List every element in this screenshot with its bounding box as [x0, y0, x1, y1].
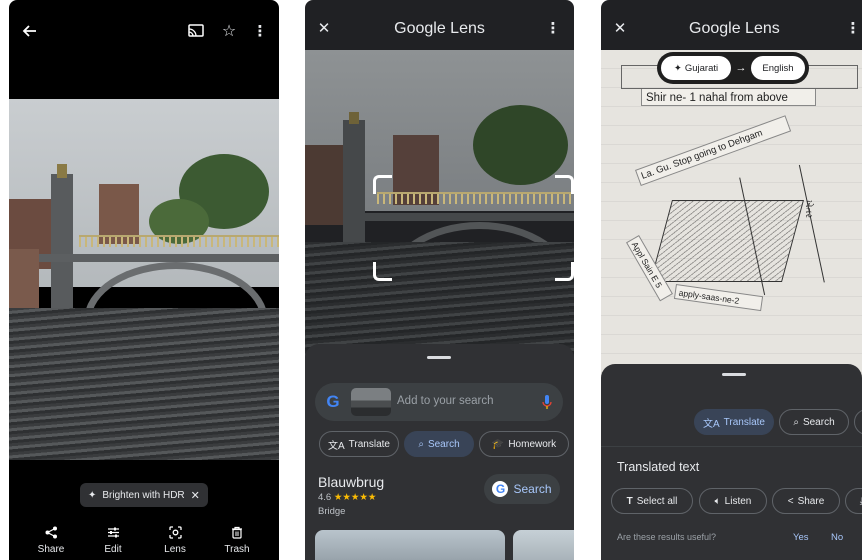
result-rating-row: 4.6 ★★★★★: [318, 492, 376, 503]
crop-corner-bottom-right[interactable]: [555, 262, 574, 281]
listen-label: Listen: [724, 495, 752, 507]
chip-search-label: Search: [802, 416, 835, 428]
overlay-line-5[interactable]: ખેતર: [803, 200, 814, 218]
chip-homework[interactable]: 🎓 Homework: [479, 431, 569, 457]
chip-homework-label: Homework: [508, 438, 557, 450]
mic-icon[interactable]: [539, 392, 555, 412]
results-sheet: 文A Translate ⌕ Search Translated text T …: [601, 364, 862, 560]
nav-share-label[interactable]: Share: [31, 544, 71, 555]
lens-icon[interactable]: [165, 524, 185, 540]
nav-trash-label[interactable]: Trash: [217, 544, 257, 555]
result-image-1[interactable]: [315, 530, 505, 560]
chip-translate-label: Translate: [723, 416, 765, 428]
target-language-button[interactable]: English: [751, 56, 805, 80]
sparkle-icon: ✦: [88, 489, 97, 501]
text-select-icon: T: [626, 495, 633, 507]
search-button-label: Search: [513, 482, 552, 496]
google-search-button[interactable]: G Search: [484, 474, 560, 504]
chip-more[interactable]: [854, 409, 862, 435]
photo-bridge: [9, 99, 279, 460]
search-icon: ⌕: [418, 438, 424, 450]
search-thumbnail: [351, 388, 391, 416]
google-g-icon: G: [492, 481, 509, 497]
sheet-divider: [601, 446, 862, 447]
sparkle-icon: ✦: [673, 62, 682, 74]
select-all-button[interactable]: T Select all: [611, 488, 693, 514]
result-image-2[interactable]: [513, 530, 574, 560]
feedback-no-button[interactable]: No: [831, 532, 843, 543]
nav-lens-label[interactable]: Lens: [155, 544, 195, 555]
result-type: Bridge: [318, 506, 346, 517]
tune-icon[interactable]: [103, 524, 123, 540]
homework-icon: 🎓: [491, 438, 505, 450]
chip-translate[interactable]: 文A Translate: [694, 409, 774, 435]
search-placeholder[interactable]: Add to your search: [397, 395, 494, 407]
chip-search[interactable]: ⌕ Search: [779, 409, 849, 435]
photos-viewer-screen: ☆ ⋮ ✦ Brighten with HDR ✕ Share Edit Len…: [9, 0, 279, 560]
crop-corner-top-left[interactable]: [373, 175, 392, 194]
camera-preview: [305, 50, 574, 360]
download-button[interactable]: ⤓: [845, 488, 862, 514]
chip-search[interactable]: ⌕ Search: [404, 431, 474, 457]
section-title: Translated text: [617, 460, 700, 474]
share-label: Share: [797, 495, 825, 507]
chip-search-label: Search: [427, 438, 460, 450]
brighten-hdr-chip[interactable]: ✦ Brighten with HDR ✕: [80, 483, 208, 507]
more-vert-icon[interactable]: ⋮: [843, 18, 862, 38]
star-icon[interactable]: ☆: [218, 20, 240, 42]
listen-button[interactable]: 🔈︎ Listen: [699, 488, 767, 514]
results-sheet: G Add to your search 文A Translate ⌕ Sear…: [305, 344, 574, 560]
crop-corner-bottom-left[interactable]: [373, 262, 392, 281]
chip-translate-label: Translate: [348, 438, 390, 450]
app-title: Google Lens: [394, 20, 485, 37]
document-preview: Shir ne- 1 nahal from above La. Gu. Stop…: [601, 50, 862, 380]
close-icon[interactable]: ✕: [191, 489, 200, 502]
trash-icon[interactable]: [227, 524, 247, 540]
search-bar[interactable]: G Add to your search: [315, 383, 563, 421]
nav-edit-label[interactable]: Edit: [93, 544, 133, 555]
target-language-label: English: [762, 62, 794, 74]
sheet-handle[interactable]: [722, 373, 746, 376]
rating-stars-icon: ★★★★★: [333, 492, 377, 503]
translate-icon: 文A: [703, 418, 720, 430]
google-g-icon: G: [326, 392, 340, 411]
language-selector[interactable]: ✦ Gujarati → English: [657, 52, 809, 84]
feedback-question: Are these results useful?: [617, 532, 717, 542]
result-rating: 4.6: [318, 492, 332, 503]
feedback-yes-button[interactable]: Yes: [793, 532, 809, 543]
speaker-icon: 🔈︎: [714, 495, 721, 507]
share-icon[interactable]: [41, 524, 61, 540]
sheet-handle[interactable]: [427, 356, 451, 359]
close-icon[interactable]: ✕: [610, 18, 630, 38]
source-language-button[interactable]: ✦ Gujarati: [661, 56, 731, 80]
share-button[interactable]: < Share: [772, 488, 840, 514]
more-vert-icon[interactable]: ⋮: [543, 18, 563, 38]
lens-translate-screen: ✕ Google Lens ⋮ Shir ne- 1 nahal from ab…: [601, 0, 862, 560]
crop-corner-top-right[interactable]: [555, 175, 574, 194]
cast-icon[interactable]: [185, 20, 207, 42]
app-title: Google Lens: [689, 20, 780, 37]
hdr-chip-label: Brighten with HDR: [102, 489, 185, 501]
overlay-line-1[interactable]: Shir ne- 1 nahal from above: [641, 88, 816, 106]
translate-icon: 文A: [328, 440, 345, 452]
share-icon: <: [787, 495, 794, 507]
more-vert-icon[interactable]: ⋮: [249, 20, 271, 42]
lens-search-screen: ✕ Google Lens ⋮ G Add to your search 文A: [305, 0, 574, 560]
search-icon: ⌕: [793, 416, 799, 428]
chip-translate[interactable]: 文A Translate: [319, 431, 399, 457]
result-title[interactable]: Blauwbrug: [318, 474, 384, 490]
back-arrow-icon[interactable]: [19, 20, 41, 42]
select-all-label: Select all: [636, 495, 678, 507]
arrow-right-icon: →: [735, 62, 747, 74]
source-language-label: Gujarati: [684, 62, 719, 74]
